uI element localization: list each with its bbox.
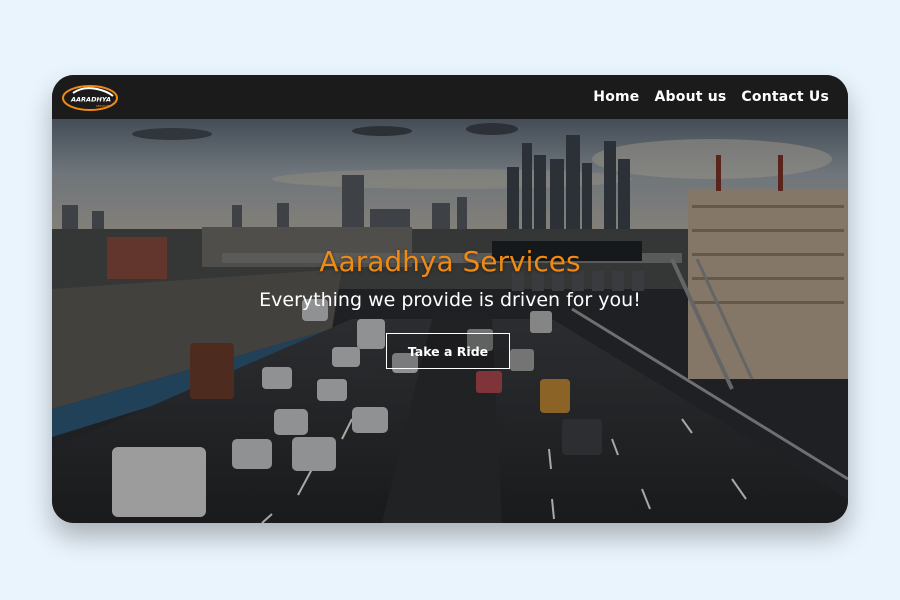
take-a-ride-button[interactable]: Take a Ride [386, 333, 510, 369]
browser-window: Aaradhya Services Everything we provide … [52, 75, 848, 523]
hero-tagline: Everything we provide is driven for you! [259, 289, 641, 311]
svg-text:SERVICES: SERVICES [96, 104, 111, 108]
svg-text:AARADHYA: AARADHYA [70, 96, 111, 104]
nav-contact-link[interactable]: Contact Us [741, 89, 829, 105]
nav-menu: Home About us Contact Us [593, 75, 829, 119]
hero-background-image [52, 119, 848, 523]
top-navbar: AARADHYA SERVICES Home About us Contact … [52, 75, 848, 119]
hero-section: Aaradhya Services Everything we provide … [52, 119, 848, 523]
brand-logo[interactable]: AARADHYA SERVICES [61, 82, 119, 112]
nav-home-link[interactable]: Home [593, 89, 639, 105]
nav-about-link[interactable]: About us [655, 89, 727, 105]
hero-title: Aaradhya Services [319, 245, 581, 278]
